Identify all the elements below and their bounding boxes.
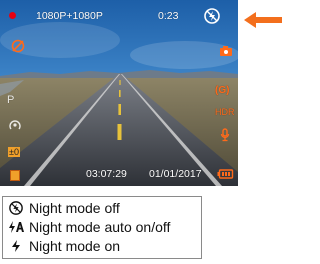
night-mode-off-icon[interactable]: [204, 8, 220, 24]
battery-icon: [217, 169, 234, 179]
pointer-arrow-icon: [244, 12, 282, 28]
parking-mode-icon: P: [7, 94, 15, 106]
motion-detection-icon: [9, 120, 21, 130]
legend-label-on: Night mode on: [29, 238, 121, 254]
resolution-label: 1080P+1080P: [36, 10, 103, 22]
clock-time: 03:07:29: [86, 168, 127, 180]
dashcam-screen: 1080P+1080P 0:23 P ±0 (G) HDR 03:07:29 0…: [0, 0, 238, 186]
elapsed-time: 0:23: [158, 10, 179, 22]
camera-icon: [220, 46, 232, 56]
legend-label-auto: Night mode auto on/off: [29, 219, 171, 235]
audio-off-icon: [11, 39, 25, 53]
legend-label-off: Night mode off: [29, 200, 120, 216]
night-mode-off-icon: [7, 201, 25, 215]
road-scene: [0, 0, 238, 186]
microphone-icon: [220, 128, 230, 142]
night-mode-on-icon: [7, 240, 25, 252]
date-label: 01/01/2017: [149, 168, 202, 180]
hdr-icon: HDR: [215, 107, 235, 117]
exposure-icon: ±0: [8, 147, 20, 157]
night-mode-legend: Night mode off Night mode auto on/off Ni…: [2, 196, 202, 259]
legend-item-off: Night mode off: [7, 199, 120, 217]
battery-left-icon: [10, 170, 20, 181]
recording-dot: [9, 12, 16, 19]
g-sensor-icon: (G): [215, 85, 230, 96]
legend-item-on: Night mode on: [7, 237, 120, 255]
legend-item-auto: Night mode auto on/off: [7, 218, 170, 236]
night-mode-auto-icon: [7, 221, 25, 233]
